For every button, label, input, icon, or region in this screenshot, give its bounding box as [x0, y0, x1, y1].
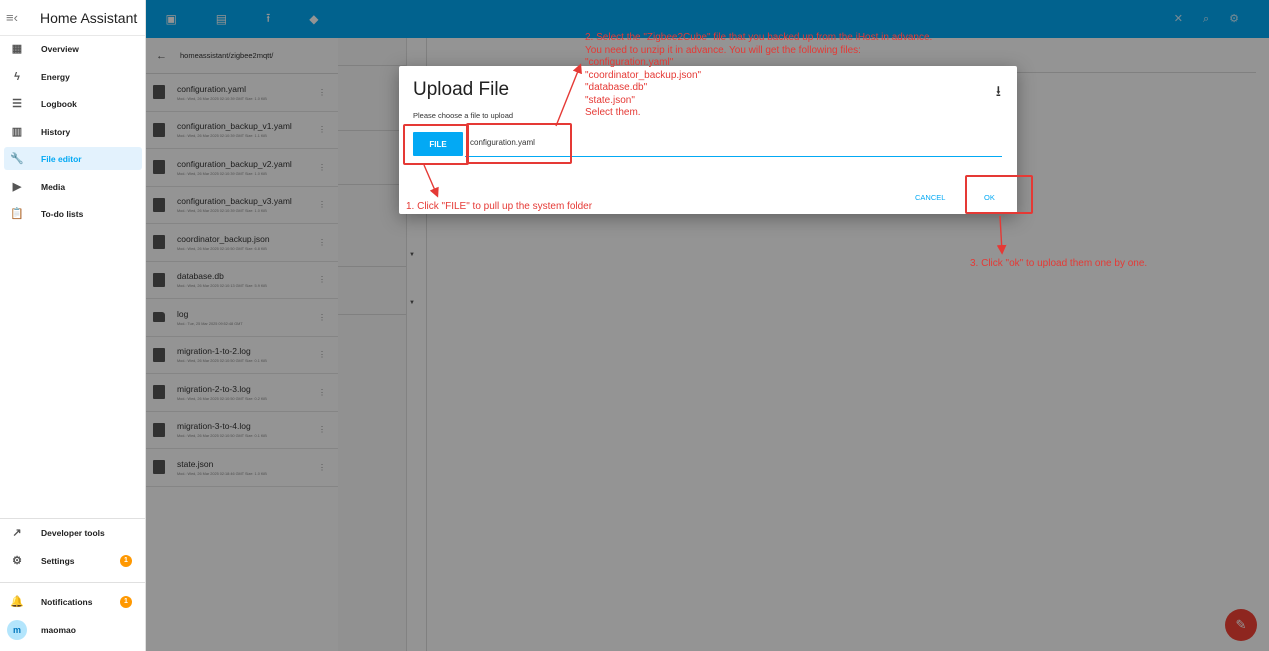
avatar: m [7, 619, 27, 640]
annotation-step2: 2. Select the "Zigbee2Cube" file that yo… [585, 32, 933, 118]
sidebar: ≡‹ Home Assistant ▦ Overview ϟ Energy ☰ Logbo… [0, 0, 146, 651]
sidebar-item-label: History [41, 126, 71, 137]
annotation-box-file [403, 124, 469, 165]
gear-icon: ⚙ [12, 555, 22, 567]
lightning-icon: ϟ [14, 70, 20, 83]
wrench-icon: 🔧 [10, 153, 24, 165]
sidebar-item-profile[interactable]: m maomao [4, 618, 142, 641]
sidebar-item-media[interactable]: ▶ Media [4, 175, 142, 198]
annotation-step3: 3. Click "ok" to upload them one by one. [970, 258, 1148, 269]
sidebar-item-settings[interactable]: ⚙ Settings 1 [4, 549, 142, 572]
dialog-title: Upload File [413, 79, 510, 100]
sidebar-item-logbook[interactable]: ☰ Logbook [4, 92, 142, 115]
sidebar-item-energy[interactable]: ϟ Energy [4, 65, 142, 88]
annotation-box-ok [965, 175, 1033, 214]
sidebar-item-file-editor[interactable]: 🔧 File editor [4, 147, 142, 170]
sidebar-item-label: Settings [41, 555, 75, 566]
dashboard-icon: ▦ [11, 43, 23, 55]
sidebar-divider [0, 518, 145, 519]
dialog-hint: Please choose a file to upload [413, 111, 514, 120]
bell-icon: 🔔 [10, 596, 24, 608]
sidebar-header: ≡‹ Home Assistant [0, 0, 145, 36]
chart-icon: ▥ [11, 126, 23, 138]
media-icon: ▶ [12, 181, 22, 193]
user-name: maomao [41, 624, 76, 635]
app-title: Home Assistant [40, 9, 138, 26]
menu-icon[interactable]: ≡‹ [6, 10, 26, 25]
sidebar-item-label: Logbook [41, 98, 77, 109]
sidebar-item-label: Developer tools [41, 527, 105, 538]
sidebar-item-to-do-lists[interactable]: 📋 To-do lists [4, 202, 142, 225]
cancel-button[interactable]: CANCEL [915, 193, 945, 202]
sidebar-divider [0, 582, 145, 583]
annotation-box-filename [466, 123, 572, 164]
sidebar-item-label: Media [41, 181, 66, 192]
list-icon: ☰ [12, 98, 22, 110]
hammer-icon: ↗ [12, 527, 22, 539]
sidebar-item-overview[interactable]: ▦ Overview [4, 37, 142, 60]
sidebar-item-label: Notifications [41, 596, 93, 607]
annotation-step1: 1. Click "FILE" to pull up the system fo… [406, 201, 593, 212]
sidebar-item-label: To-do lists [41, 208, 84, 219]
sidebar-item-label: Overview [41, 43, 79, 54]
sidebar-item-history[interactable]: ▥ History [4, 120, 142, 143]
sidebar-item-label: File editor [41, 153, 82, 164]
sidebar-item-notifications[interactable]: 🔔 Notifications 1 [4, 590, 142, 613]
notifications-badge: 1 [120, 595, 132, 608]
settings-badge: 1 [120, 554, 132, 567]
clipboard-icon: 📋 [10, 208, 24, 220]
sidebar-item-developer-tools[interactable]: ↗ Developer tools [4, 521, 142, 544]
upload-icon: ⭳ [995, 83, 1001, 100]
sidebar-item-label: Energy [41, 71, 70, 82]
